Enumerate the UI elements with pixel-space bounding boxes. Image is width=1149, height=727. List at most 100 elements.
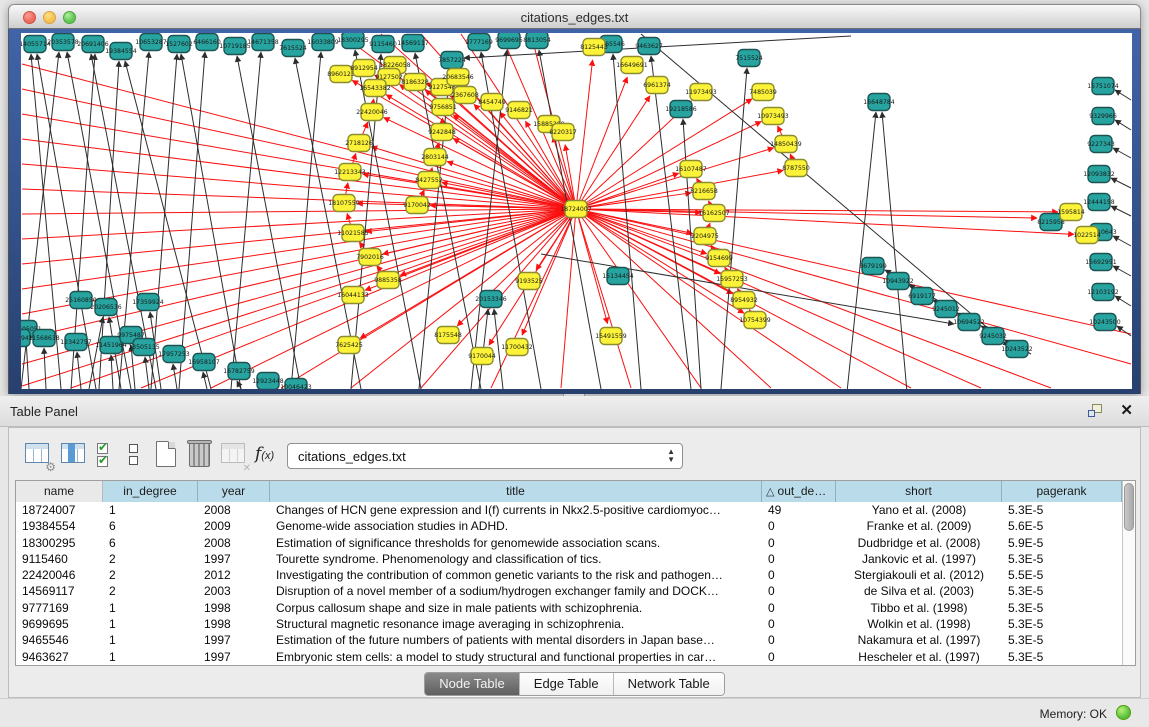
graph-node-teal[interactable]: 14569117 (397, 35, 429, 52)
graph-node-teal[interactable]: 9329966 (1089, 108, 1117, 125)
graph-node-teal[interactable]: 10653287 (135, 34, 167, 51)
graph-node-yellow[interactable]: 9885358 (374, 272, 402, 289)
graph-node-teal[interactable]: 17957253 (158, 346, 190, 363)
network-canvas[interactable]: 1405571420353578206914061938455410653287… (21, 33, 1132, 389)
tab-edge-table[interactable]: Edge Table (520, 673, 614, 695)
graph-node-teal[interactable]: 11568638 (28, 330, 60, 347)
graph-node-teal[interactable]: 10046423 (280, 379, 312, 390)
graph-node-yellow[interactable]: 16044133 (337, 287, 369, 304)
column-header-short[interactable]: short (836, 481, 1002, 502)
graph-node-yellow[interactable]: 8427552 (415, 172, 443, 189)
graph-node-teal[interactable]: 9463627 (635, 38, 663, 55)
graph-node-yellow[interactable]: 16107487 (675, 161, 707, 178)
graph-node-yellow[interactable]: 22420046 (356, 104, 388, 121)
graph-node-yellow[interactable]: 9170044 (468, 348, 496, 365)
create-column-button[interactable] (151, 440, 181, 470)
graph-node-yellow[interactable]: 8175548 (434, 327, 462, 344)
graph-node-teal[interactable]: 10719185 (219, 38, 251, 55)
graph-node-yellow[interactable]: 7902016 (356, 249, 384, 266)
table-selector-dropdown[interactable]: citations_edges.txt ▲▼ (287, 443, 683, 469)
float-panel-icon[interactable] (1088, 404, 1103, 418)
close-panel-icon[interactable]: ✕ (1120, 401, 1133, 419)
graph-node-yellow[interactable]: 8220317 (549, 124, 577, 141)
graph-node-yellow[interactable]: 16649691 (616, 57, 648, 74)
graph-node-yellow[interactable]: 7485039 (749, 84, 777, 101)
graph-node-teal[interactable]: 9245012 (932, 301, 960, 318)
table-row[interactable]: 969969511998Structural magnetic resonanc… (16, 616, 1122, 632)
column-header-pagerank[interactable]: pagerank (1002, 481, 1122, 502)
graph-node-yellow[interactable]: 8954932 (730, 292, 758, 309)
graph-node-yellow[interactable]: 8186328 (401, 74, 429, 91)
graph-node-yellow[interactable]: 18107550 (328, 195, 360, 212)
graph-node-teal[interactable]: 16648784 (863, 94, 895, 111)
graph-node-teal[interactable]: 10243522 (1001, 341, 1033, 358)
graph-node-teal[interactable]: 19384554 (105, 43, 137, 60)
column-header-title[interactable]: title (270, 481, 762, 502)
graph-node-teal[interactable]: 17359924 (132, 294, 164, 311)
column-header-out_de[interactable]: △ out_de… (762, 481, 836, 502)
graph-node-yellow[interactable]: 9193525 (515, 273, 543, 290)
graph-node-teal[interactable]: 12444158 (1083, 194, 1115, 211)
delete-column-button[interactable] (185, 440, 215, 470)
graph-node-yellow[interactable]: 10973493 (757, 108, 789, 125)
graph-node-yellow[interactable]: 8125443 (580, 39, 608, 56)
graph-node-yellow[interactable]: 2367608 (451, 87, 479, 104)
graph-node-teal[interactable]: 8813054 (523, 33, 551, 49)
graph-node-yellow[interactable]: 16543382 (359, 80, 391, 97)
graph-node-teal[interactable]: 20153346 (475, 291, 507, 308)
graph-node-yellow[interactable]: 14850439 (770, 136, 802, 153)
graph-node-yellow[interactable]: 2204975 (691, 228, 719, 245)
graph-node-teal[interactable]: 18300295 (337, 33, 369, 49)
graph-node-teal[interactable]: 7515524 (735, 50, 763, 67)
graph-node-teal[interactable]: 9699695 (495, 33, 523, 49)
graph-node-teal[interactable]: 12093832 (1083, 166, 1115, 183)
graph-node-teal[interactable]: 12342757 (60, 334, 92, 351)
graph-node-yellow[interactable]: 8216658 (690, 183, 718, 200)
graph-node-teal[interactable]: 13505135 (128, 339, 160, 356)
graph-node-teal[interactable]: 10943922 (882, 273, 914, 290)
graph-node-yellow[interactable]: 2803144 (421, 149, 449, 166)
tab-node-table[interactable]: Node Table (425, 673, 520, 695)
table-row[interactable]: 1456911722003Disruption of a novel membe… (16, 583, 1122, 599)
graph-node-yellow[interactable]: 8787550 (782, 160, 810, 177)
memory-ok-indicator[interactable] (1116, 705, 1131, 720)
table-row[interactable]: 911546021997Tourette syndrome. Phenomeno… (16, 551, 1122, 567)
graph-node-yellow[interactable]: 9170042 (403, 197, 431, 214)
scrollbar-thumb[interactable] (1124, 483, 1134, 531)
window-titlebar[interactable]: citations_edges.txt (8, 4, 1141, 29)
graph-node-yellow[interactable]: 20683546 (442, 69, 474, 86)
graph-node-teal[interactable]: 12103192 (1087, 284, 1119, 301)
graph-node-yellow[interactable]: 8912954 (350, 60, 378, 77)
graph-node-yellow[interactable]: 9756851 (429, 99, 457, 116)
column-header-in_degree[interactable]: in_degree (103, 481, 198, 502)
graph-node-teal[interactable]: 16782759 (223, 363, 255, 380)
graph-node-yellow[interactable]: 11700432 (501, 339, 533, 356)
graph-node-teal[interactable]: 19218586 (665, 101, 697, 118)
graph-node-teal[interactable]: 10694522 (953, 314, 985, 331)
tab-network-table[interactable]: Network Table (614, 673, 724, 695)
graph-node-teal[interactable]: 9115460 (369, 36, 397, 53)
table-row[interactable]: 946554611997Estimation of the future num… (16, 632, 1122, 648)
graph-node-yellow[interactable]: 9242848 (428, 124, 456, 141)
table-row[interactable]: 1872400712008Changes of HCN gene express… (16, 502, 1122, 518)
table-vertical-scrollbar[interactable] (1122, 481, 1135, 665)
graph-node-yellow[interactable]: 8454749 (478, 94, 506, 111)
graph-node-yellow[interactable]: 7625425 (335, 337, 363, 354)
graph-node-teal[interactable]: 8679199 (859, 258, 887, 275)
graph-node-teal[interactable]: 9227343 (1087, 136, 1115, 153)
graph-node-yellow[interactable]: 9146821 (505, 102, 533, 119)
graph-node-yellow[interactable]: 9154699 (705, 250, 733, 267)
graph-node-teal[interactable]: 12923448 (252, 373, 284, 390)
graph-node-teal[interactable]: 15692951 (1085, 254, 1117, 271)
graph-node-teal[interactable]: 15134454 (602, 268, 634, 285)
column-header-name[interactable]: name (16, 481, 103, 502)
graph-node-yellow[interactable]: 1595814 (1057, 204, 1085, 221)
graph-node-teal[interactable]: 16958107 (188, 354, 220, 371)
graph-node-yellow[interactable]: 11973493 (685, 84, 717, 101)
graph-node-teal[interactable]: 7615524 (279, 40, 307, 57)
graph-node-yellow[interactable]: 6961374 (643, 77, 671, 94)
graph-node-teal[interactable]: 10243500 (1089, 314, 1121, 331)
column-settings-button[interactable]: ⚙ (23, 440, 53, 470)
show-columns-button[interactable] (59, 440, 89, 470)
graph-node-teal[interactable]: 16033809 (307, 34, 339, 51)
